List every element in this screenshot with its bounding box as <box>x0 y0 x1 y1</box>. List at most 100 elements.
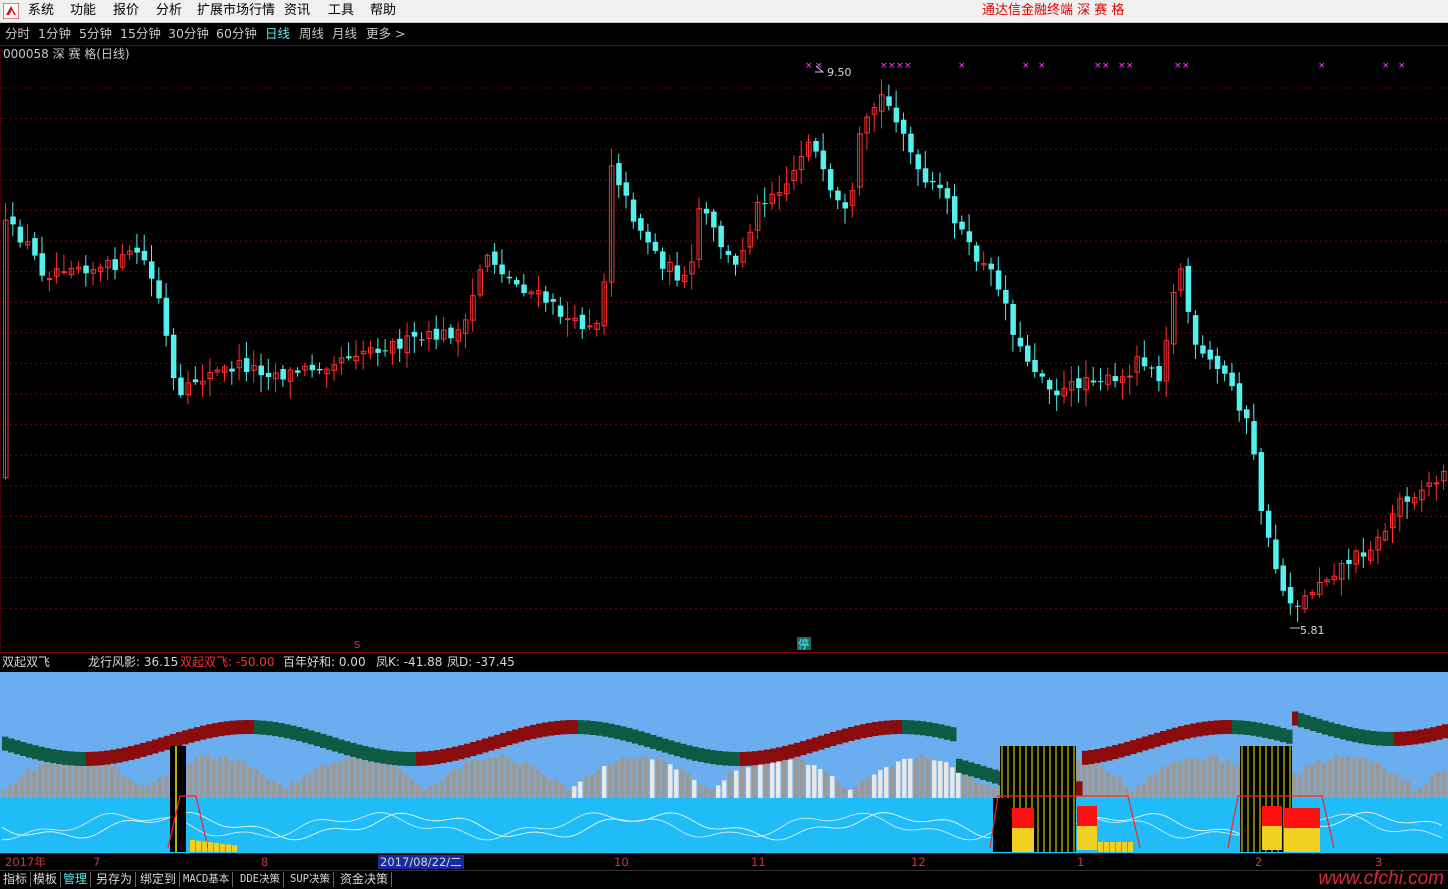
candle-body <box>309 364 316 371</box>
menu-tools[interactable]: 工具 <box>328 3 354 19</box>
candle-body <box>514 279 520 285</box>
wave-segment <box>488 736 495 751</box>
candle-body <box>149 261 155 279</box>
watermark: www.cfchi.com <box>1318 868 1444 889</box>
tab-save-as[interactable]: 另存为 <box>96 872 137 887</box>
tab-dde-decision[interactable]: DDE决策 <box>240 872 284 887</box>
menu-help[interactable]: 帮助 <box>370 3 396 19</box>
date-label: 2017年 <box>5 855 46 869</box>
tab-macd-basic[interactable]: MACD基本 <box>183 872 234 887</box>
period-intraday[interactable]: 分时 <box>5 26 30 42</box>
menu-analysis[interactable]: 分析 <box>156 3 182 19</box>
candle-body <box>550 299 556 302</box>
period-60min[interactable]: 60分钟 <box>216 26 257 42</box>
candle-body <box>17 226 24 243</box>
period-5min[interactable]: 5分钟 <box>79 26 112 42</box>
candle-body <box>1141 357 1148 367</box>
candle-body <box>652 241 659 251</box>
signal-yellow-bar <box>1012 828 1034 852</box>
wave-segment <box>860 724 867 739</box>
wave-segment <box>152 739 159 754</box>
bottom-tab-bar: 指标 模板 管理 另存为 绑定到 MACD基本 DDE决策 SUP决策 资金决策 <box>0 870 1448 889</box>
wave-segment <box>176 732 183 747</box>
tab-sup-decision[interactable]: SUP决策 <box>290 872 334 887</box>
candle-body <box>930 180 936 183</box>
indicator-bar <box>710 789 715 798</box>
candle-body <box>1214 355 1221 369</box>
candle-body <box>1265 510 1272 538</box>
indicator-name[interactable]: 双起双飞 <box>2 655 50 670</box>
wave-segment <box>416 751 423 766</box>
menu-function[interactable]: 功能 <box>70 3 96 19</box>
indicator-bar <box>374 762 379 798</box>
wave-segment <box>1406 731 1413 746</box>
period-monthly[interactable]: 月线 <box>332 26 357 42</box>
tab-fund-decision[interactable]: 资金决策 <box>340 872 393 887</box>
wave-segment <box>326 735 333 750</box>
indicator-value-longxing: 龙行风影: 36.15 <box>88 655 179 669</box>
wave-segment <box>494 734 501 749</box>
indicator-bar <box>380 760 385 798</box>
period-weekly[interactable]: 周线 <box>299 26 324 42</box>
wave-segment <box>926 722 933 737</box>
wave-segment <box>692 746 699 761</box>
indicator-bar <box>644 756 649 798</box>
wave-segment <box>1268 725 1275 740</box>
candle-body <box>922 168 929 183</box>
period-30min[interactable]: 30分钟 <box>168 26 209 42</box>
signal-marker: × <box>1398 61 1406 71</box>
period-more[interactable]: 更多 > <box>366 26 405 42</box>
indicator-bar <box>236 759 241 798</box>
indicator-bar <box>950 767 955 798</box>
indicator-chart[interactable] <box>0 672 1448 853</box>
wave-segment <box>470 742 477 757</box>
indicator-bar <box>1298 774 1303 798</box>
candle-body <box>959 221 965 230</box>
tab-template[interactable]: 模板 <box>33 872 62 887</box>
indicator-bar <box>1328 759 1333 798</box>
indicator-bar <box>1394 773 1399 798</box>
indicator-bar <box>842 787 847 798</box>
tab-manage[interactable]: 管理 <box>63 872 92 887</box>
wave-segment <box>758 750 765 765</box>
menu-system[interactable]: 系统 <box>28 3 54 19</box>
stock-label: 000058 深 赛 格(日线) <box>3 47 130 61</box>
indicator-bar <box>1130 791 1135 798</box>
menu-news[interactable]: 资讯 <box>284 3 310 19</box>
indicator-bar <box>1442 770 1447 798</box>
candle-body <box>1017 337 1024 347</box>
menu-extended-market[interactable]: 扩展市场行情 <box>197 3 275 19</box>
indicator-bar <box>1136 785 1141 798</box>
wave-segment <box>248 720 255 735</box>
indicator-bar <box>752 762 757 798</box>
indicator-bar <box>1154 773 1159 798</box>
indicator-bar <box>1214 755 1219 798</box>
menu-quote[interactable]: 报价 <box>113 3 139 19</box>
indicator-bar <box>1376 762 1381 798</box>
candle-body <box>842 202 848 209</box>
indicator-bar <box>746 767 751 798</box>
wave-segment <box>308 730 315 745</box>
candlestick-chart[interactable]: × × × × × × × × × × × × × × × × × ×9.505.81S 停 <box>0 46 1448 652</box>
period-1min[interactable]: 1分钟 <box>38 26 71 42</box>
indicator-bar <box>482 760 487 798</box>
tab-bind-to[interactable]: 绑定到 <box>140 872 181 887</box>
wave-segment <box>212 723 219 738</box>
candle-body <box>944 188 951 199</box>
indicator-bar <box>812 765 817 798</box>
indicator-bar <box>986 784 991 798</box>
candle-body <box>397 338 403 349</box>
indicator-bar <box>1106 772 1111 798</box>
tab-indicator[interactable]: 指标 <box>3 872 32 887</box>
wave-segment <box>908 720 915 735</box>
indicator-bar <box>866 777 871 798</box>
period-15min[interactable]: 15分钟 <box>120 26 161 42</box>
indicator-bar <box>932 760 937 798</box>
candle-body <box>952 196 958 224</box>
indicator-bar <box>890 766 895 798</box>
indicator-bar <box>638 758 643 798</box>
indicator-bar <box>320 764 325 798</box>
indicator-bar <box>392 766 397 798</box>
wave-segment <box>140 742 147 757</box>
period-daily[interactable]: 日线 <box>265 26 290 42</box>
